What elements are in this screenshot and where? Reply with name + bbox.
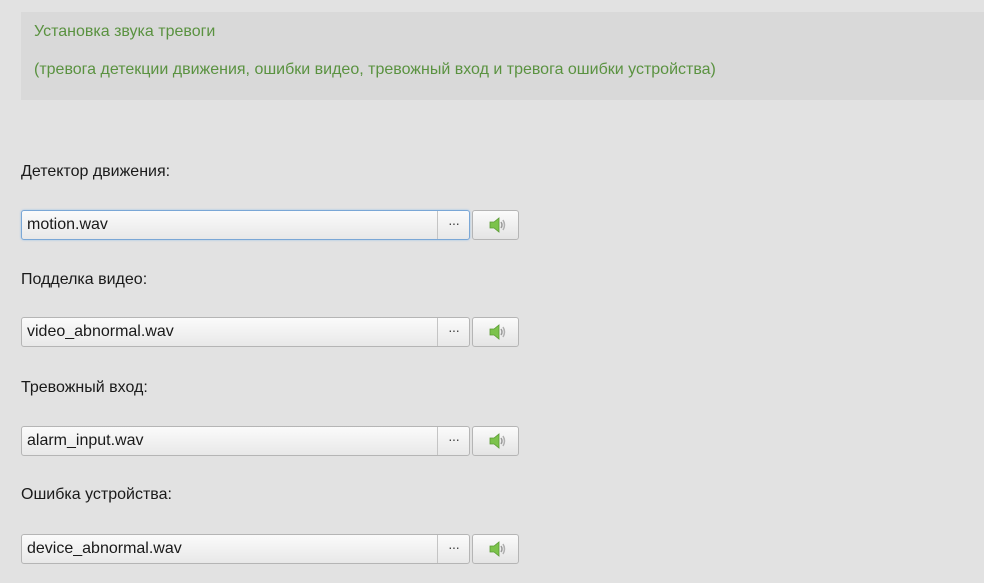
video-tampering-sound-value: video_abnormal.wav xyxy=(27,323,174,340)
alarm-sound-settings-panel: Установка звука тревоги (тревога детекци… xyxy=(0,0,984,583)
alarm-input-browse-button[interactable]: ··· xyxy=(437,427,469,455)
alarm-input-play-button[interactable] xyxy=(472,426,519,456)
alarm-input-label: Тревожный вход: xyxy=(21,379,148,396)
section-description: (тревога детекции движения, ошибки видео… xyxy=(34,61,716,78)
device-error-label: Ошибка устройства: xyxy=(21,486,172,503)
video-tampering-sound-field[interactable]: video_abnormal.wav ··· xyxy=(21,317,470,347)
section-title: Установка звука тревоги xyxy=(34,23,216,40)
speaker-icon xyxy=(489,324,506,340)
speaker-icon xyxy=(489,541,506,557)
motion-detection-sound-value: motion.wav xyxy=(27,216,108,233)
video-tampering-browse-button[interactable]: ··· xyxy=(437,318,469,346)
motion-detection-label: Детектор движения: xyxy=(21,163,171,180)
motion-detection-browse-button[interactable]: ··· xyxy=(437,211,469,239)
video-tampering-label: Подделка видео: xyxy=(21,271,148,288)
speaker-icon xyxy=(489,217,506,233)
device-error-play-button[interactable] xyxy=(472,534,519,564)
motion-detection-play-button[interactable] xyxy=(472,210,519,240)
alarm-input-sound-field[interactable]: alarm_input.wav ··· xyxy=(21,426,470,456)
device-error-sound-value: device_abnormal.wav xyxy=(27,540,182,557)
device-error-browse-button[interactable]: ··· xyxy=(437,535,469,563)
alarm-input-sound-value: alarm_input.wav xyxy=(27,432,144,449)
motion-detection-sound-field[interactable]: motion.wav ··· xyxy=(21,210,470,240)
speaker-icon xyxy=(489,433,506,449)
video-tampering-play-button[interactable] xyxy=(472,317,519,347)
device-error-sound-field[interactable]: device_abnormal.wav ··· xyxy=(21,534,470,564)
info-box: Установка звука тревоги (тревога детекци… xyxy=(21,12,984,100)
